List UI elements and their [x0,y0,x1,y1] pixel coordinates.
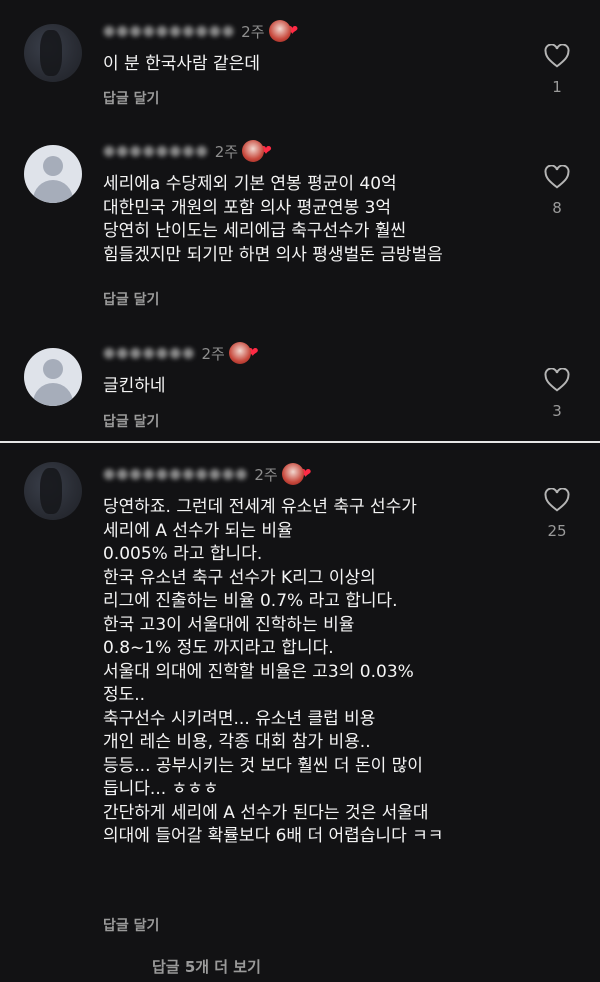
like-count: 25 [547,522,567,540]
reply-button[interactable]: 답글 달기 [103,289,159,309]
comment-text: 글킨하네 [103,376,166,396]
comment-meta: ●●●●●●●●●●● 2주 ❤ [103,463,311,485]
like-button[interactable]: 1 [541,44,573,96]
like-button[interactable]: 25 [541,488,573,540]
username[interactable]: ●●●●●●● [103,345,196,361]
username[interactable]: ●●●●●●●●●● [103,23,235,39]
comment-text: 이 분 한국사람 같은데 [103,54,260,74]
heart-outline-icon [544,488,570,512]
comment-meta: ●●●●●●● 2주 ❤ [103,342,259,364]
reply-button[interactable]: 답글 달기 [103,411,159,431]
avatar[interactable] [24,24,82,82]
heart-outline-icon [544,368,570,392]
username[interactable]: ●●●●●●●● [103,143,209,159]
reply-button[interactable]: 답글 달기 [103,88,159,108]
author-avatar-badge [228,342,251,364]
like-count: 8 [552,199,562,217]
divider [0,441,600,443]
reply-button[interactable]: 답글 달기 [103,915,159,935]
like-button[interactable]: 3 [541,368,573,420]
avatar[interactable] [24,348,82,406]
avatar[interactable] [24,145,82,203]
like-count: 1 [552,78,562,96]
comment-meta: ●●●●●●●●●● 2주 ❤ [103,20,298,42]
timestamp: 2주 [241,22,265,41]
comment-text: 당연하죠. 그런데 전세계 유소년 축구 선수가 세리에 A 선수가 되는 비율… [103,497,444,846]
timestamp: 2주 [254,465,278,484]
avatar[interactable] [24,462,82,520]
comment-meta: ●●●●●●●● 2주 ❤ [103,140,272,162]
author-avatar-badge [281,463,304,485]
comment-text: 세리에a 수당제외 기본 연봉 평균이 40억 대한민국 개원의 포함 의사 평… [103,174,443,265]
username[interactable]: ●●●●●●●●●●● [103,466,248,482]
like-button[interactable]: 8 [541,165,573,217]
heart-outline-icon [544,165,570,189]
author-avatar-badge [268,20,291,42]
author-avatar-badge [242,140,265,162]
timestamp: 2주 [214,142,239,161]
like-count: 3 [552,402,562,420]
heart-outline-icon [544,44,570,68]
view-more-replies-button[interactable]: 답글 5개 더 보기 [152,956,261,977]
timestamp: 2주 [201,344,225,363]
